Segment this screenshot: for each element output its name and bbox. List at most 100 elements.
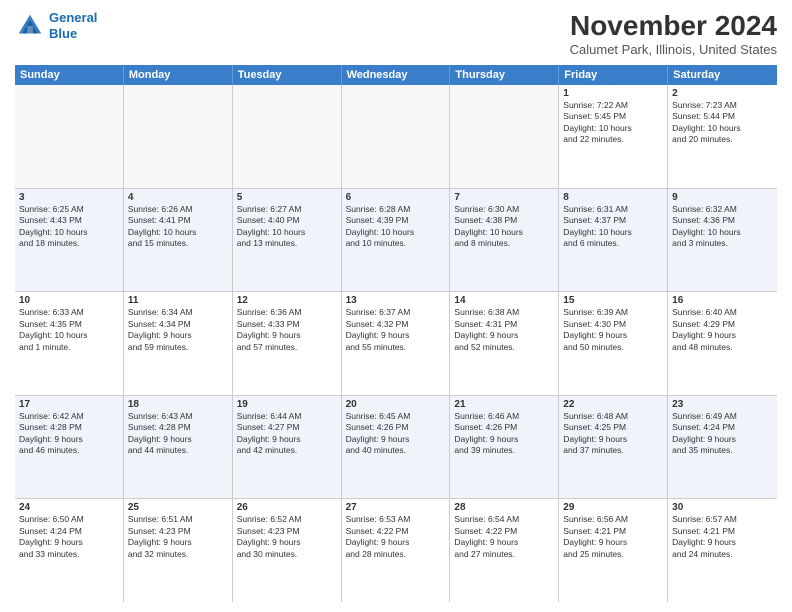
day-number: 23	[672, 399, 773, 410]
day-number: 26	[237, 502, 337, 513]
calendar-cell: 23Sunrise: 6:49 AM Sunset: 4:24 PM Dayli…	[668, 396, 777, 499]
day-info: Sunrise: 6:25 AM Sunset: 4:43 PM Dayligh…	[19, 204, 119, 250]
calendar-cell: 11Sunrise: 6:34 AM Sunset: 4:34 PM Dayli…	[124, 292, 233, 395]
day-info: Sunrise: 6:44 AM Sunset: 4:27 PM Dayligh…	[237, 411, 337, 457]
day-number: 25	[128, 502, 228, 513]
day-info: Sunrise: 6:28 AM Sunset: 4:39 PM Dayligh…	[346, 204, 446, 250]
day-info: Sunrise: 6:39 AM Sunset: 4:30 PM Dayligh…	[563, 307, 663, 353]
calendar-cell: 29Sunrise: 6:56 AM Sunset: 4:21 PM Dayli…	[559, 499, 668, 602]
calendar-cell: 24Sunrise: 6:50 AM Sunset: 4:24 PM Dayli…	[15, 499, 124, 602]
calendar-row: 10Sunrise: 6:33 AM Sunset: 4:35 PM Dayli…	[15, 292, 777, 396]
calendar-header: SundayMondayTuesdayWednesdayThursdayFrid…	[15, 65, 777, 85]
calendar-header-day: Saturday	[668, 65, 777, 85]
day-number: 10	[19, 295, 119, 306]
main-title: November 2024	[570, 10, 777, 42]
calendar-cell: 16Sunrise: 6:40 AM Sunset: 4:29 PM Dayli…	[668, 292, 777, 395]
day-info: Sunrise: 6:37 AM Sunset: 4:32 PM Dayligh…	[346, 307, 446, 353]
calendar-row: 3Sunrise: 6:25 AM Sunset: 4:43 PM Daylig…	[15, 189, 777, 293]
calendar-cell	[342, 85, 451, 188]
calendar-cell	[15, 85, 124, 188]
day-number: 24	[19, 502, 119, 513]
calendar-cell: 19Sunrise: 6:44 AM Sunset: 4:27 PM Dayli…	[233, 396, 342, 499]
calendar-row: 1Sunrise: 7:22 AM Sunset: 5:45 PM Daylig…	[15, 85, 777, 189]
calendar-cell: 25Sunrise: 6:51 AM Sunset: 4:23 PM Dayli…	[124, 499, 233, 602]
title-block: November 2024 Calumet Park, Illinois, Un…	[570, 10, 777, 57]
calendar-cell: 17Sunrise: 6:42 AM Sunset: 4:28 PM Dayli…	[15, 396, 124, 499]
day-number: 13	[346, 295, 446, 306]
calendar-header-day: Tuesday	[233, 65, 342, 85]
calendar-cell: 2Sunrise: 7:23 AM Sunset: 5:44 PM Daylig…	[668, 85, 777, 188]
day-info: Sunrise: 6:40 AM Sunset: 4:29 PM Dayligh…	[672, 307, 773, 353]
calendar-header-day: Sunday	[15, 65, 124, 85]
calendar-cell: 14Sunrise: 6:38 AM Sunset: 4:31 PM Dayli…	[450, 292, 559, 395]
day-info: Sunrise: 6:52 AM Sunset: 4:23 PM Dayligh…	[237, 514, 337, 560]
day-info: Sunrise: 6:30 AM Sunset: 4:38 PM Dayligh…	[454, 204, 554, 250]
day-number: 20	[346, 399, 446, 410]
day-number: 18	[128, 399, 228, 410]
calendar-cell: 13Sunrise: 6:37 AM Sunset: 4:32 PM Dayli…	[342, 292, 451, 395]
day-number: 11	[128, 295, 228, 306]
calendar-cell: 15Sunrise: 6:39 AM Sunset: 4:30 PM Dayli…	[559, 292, 668, 395]
day-number: 17	[19, 399, 119, 410]
day-number: 6	[346, 192, 446, 203]
day-info: Sunrise: 6:27 AM Sunset: 4:40 PM Dayligh…	[237, 204, 337, 250]
day-info: Sunrise: 7:23 AM Sunset: 5:44 PM Dayligh…	[672, 100, 773, 146]
day-info: Sunrise: 6:36 AM Sunset: 4:33 PM Dayligh…	[237, 307, 337, 353]
day-info: Sunrise: 6:26 AM Sunset: 4:41 PM Dayligh…	[128, 204, 228, 250]
day-info: Sunrise: 6:54 AM Sunset: 4:22 PM Dayligh…	[454, 514, 554, 560]
day-number: 22	[563, 399, 663, 410]
day-number: 21	[454, 399, 554, 410]
calendar-cell: 10Sunrise: 6:33 AM Sunset: 4:35 PM Dayli…	[15, 292, 124, 395]
day-info: Sunrise: 7:22 AM Sunset: 5:45 PM Dayligh…	[563, 100, 663, 146]
logo-icon	[15, 11, 45, 41]
day-number: 27	[346, 502, 446, 513]
calendar-header-day: Thursday	[450, 65, 559, 85]
calendar-cell: 6Sunrise: 6:28 AM Sunset: 4:39 PM Daylig…	[342, 189, 451, 292]
calendar-cell: 20Sunrise: 6:45 AM Sunset: 4:26 PM Dayli…	[342, 396, 451, 499]
day-info: Sunrise: 6:53 AM Sunset: 4:22 PM Dayligh…	[346, 514, 446, 560]
calendar-body: 1Sunrise: 7:22 AM Sunset: 5:45 PM Daylig…	[15, 85, 777, 602]
day-number: 19	[237, 399, 337, 410]
day-info: Sunrise: 6:34 AM Sunset: 4:34 PM Dayligh…	[128, 307, 228, 353]
day-number: 3	[19, 192, 119, 203]
day-number: 1	[563, 88, 663, 99]
day-number: 14	[454, 295, 554, 306]
day-number: 9	[672, 192, 773, 203]
calendar-cell: 4Sunrise: 6:26 AM Sunset: 4:41 PM Daylig…	[124, 189, 233, 292]
calendar-cell: 27Sunrise: 6:53 AM Sunset: 4:22 PM Dayli…	[342, 499, 451, 602]
day-info: Sunrise: 6:32 AM Sunset: 4:36 PM Dayligh…	[672, 204, 773, 250]
calendar-header-day: Monday	[124, 65, 233, 85]
calendar-cell: 28Sunrise: 6:54 AM Sunset: 4:22 PM Dayli…	[450, 499, 559, 602]
calendar: SundayMondayTuesdayWednesdayThursdayFrid…	[15, 65, 777, 602]
day-number: 16	[672, 295, 773, 306]
day-info: Sunrise: 6:57 AM Sunset: 4:21 PM Dayligh…	[672, 514, 773, 560]
day-info: Sunrise: 6:50 AM Sunset: 4:24 PM Dayligh…	[19, 514, 119, 560]
day-info: Sunrise: 6:45 AM Sunset: 4:26 PM Dayligh…	[346, 411, 446, 457]
calendar-cell: 7Sunrise: 6:30 AM Sunset: 4:38 PM Daylig…	[450, 189, 559, 292]
day-info: Sunrise: 6:43 AM Sunset: 4:28 PM Dayligh…	[128, 411, 228, 457]
day-info: Sunrise: 6:56 AM Sunset: 4:21 PM Dayligh…	[563, 514, 663, 560]
page: General Blue November 2024 Calumet Park,…	[0, 0, 792, 612]
calendar-row: 24Sunrise: 6:50 AM Sunset: 4:24 PM Dayli…	[15, 499, 777, 602]
day-info: Sunrise: 6:48 AM Sunset: 4:25 PM Dayligh…	[563, 411, 663, 457]
calendar-cell: 12Sunrise: 6:36 AM Sunset: 4:33 PM Dayli…	[233, 292, 342, 395]
calendar-cell	[233, 85, 342, 188]
day-number: 15	[563, 295, 663, 306]
calendar-cell: 22Sunrise: 6:48 AM Sunset: 4:25 PM Dayli…	[559, 396, 668, 499]
calendar-header-day: Wednesday	[342, 65, 451, 85]
calendar-cell: 9Sunrise: 6:32 AM Sunset: 4:36 PM Daylig…	[668, 189, 777, 292]
logo: General Blue	[15, 10, 97, 41]
day-number: 4	[128, 192, 228, 203]
day-info: Sunrise: 6:49 AM Sunset: 4:24 PM Dayligh…	[672, 411, 773, 457]
day-number: 2	[672, 88, 773, 99]
calendar-header-day: Friday	[559, 65, 668, 85]
day-number: 7	[454, 192, 554, 203]
day-info: Sunrise: 6:38 AM Sunset: 4:31 PM Dayligh…	[454, 307, 554, 353]
day-number: 29	[563, 502, 663, 513]
calendar-cell: 30Sunrise: 6:57 AM Sunset: 4:21 PM Dayli…	[668, 499, 777, 602]
calendar-cell: 18Sunrise: 6:43 AM Sunset: 4:28 PM Dayli…	[124, 396, 233, 499]
day-info: Sunrise: 6:46 AM Sunset: 4:26 PM Dayligh…	[454, 411, 554, 457]
day-number: 28	[454, 502, 554, 513]
day-info: Sunrise: 6:33 AM Sunset: 4:35 PM Dayligh…	[19, 307, 119, 353]
calendar-cell	[450, 85, 559, 188]
